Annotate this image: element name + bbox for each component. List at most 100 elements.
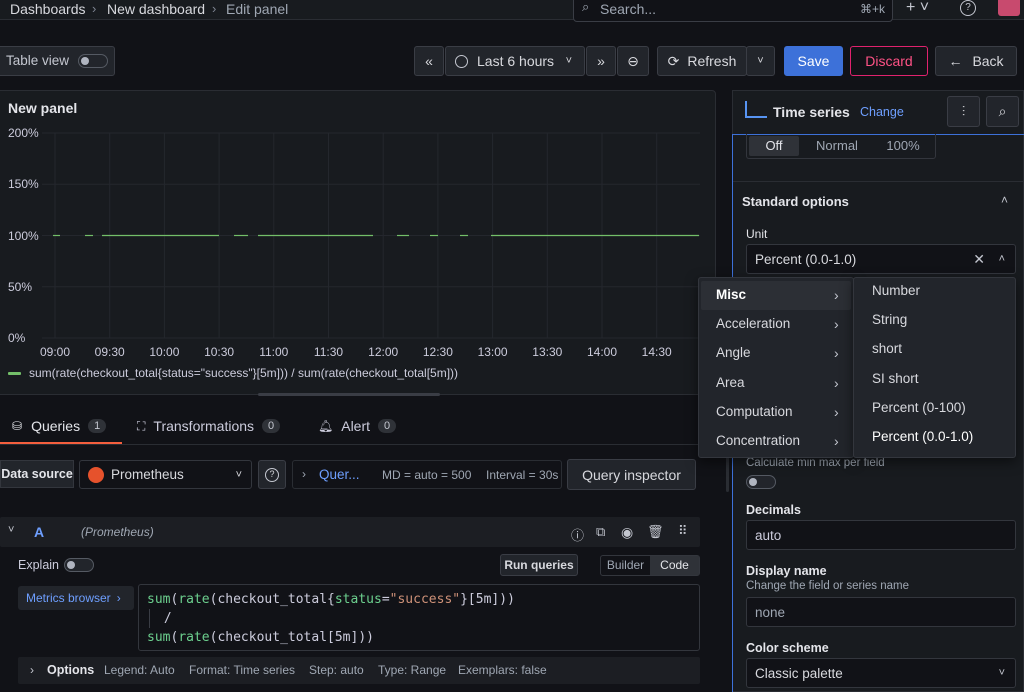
options-sliders-button[interactable]: ⫶ [947,96,980,127]
tab-queries-label: Queries [31,418,81,434]
tab-alert[interactable]: 🔔︎ Alert 0 [318,418,397,434]
chevron-up-icon[interactable]: ˄ [1001,193,1008,207]
stack-series-radio: Off Normal 100% [746,134,936,159]
datasource-label: Data source [0,460,74,488]
back-button[interactable]: ← Back [935,46,1017,76]
help-icon[interactable]: ⓘ [571,525,584,544]
display-name-input[interactable]: none [746,597,1016,627]
unit-item[interactable]: Number [872,283,920,298]
datasource-name: Prometheus [111,467,184,482]
query-options-row[interactable]: › Options Legend: Auto Format: Time seri… [18,657,700,684]
interval-info: Interval = 30s [486,468,559,482]
unit-value: Percent (0.0-1.0) [755,251,857,267]
display-name-description: Change the field or series name [746,580,910,592]
search-icon: ⌕ [998,103,1007,119]
tab-queries-count: 1 [88,419,107,433]
chevron-right-icon: › [834,433,839,449]
trash-icon[interactable]: 🗑︎ [647,524,664,540]
builder-mode-button[interactable]: Builder [601,556,650,575]
tab-queries[interactable]: ⛁ Queries 1 [12,418,107,434]
options-legend: Legend: Auto [104,663,175,677]
query-options-toggle[interactable]: Quer... [319,467,360,482]
max-data-points: MD = auto = 500 [382,468,472,482]
explain-toggle[interactable] [64,558,94,572]
refresh-interval-dropdown[interactable]: ˅ [746,46,775,76]
change-visualization-link[interactable]: Change [860,105,904,119]
help-icon[interactable]: ? [960,0,976,16]
discard-button[interactable]: Discard [850,46,928,76]
chevron-down-icon: ˅ [757,55,764,67]
color-scheme-value: Classic palette [755,665,843,681]
options-exemplars: Exemplars: false [458,663,547,677]
back-label: Back [972,53,1004,69]
duplicate-icon[interactable]: ⧉ [596,524,605,540]
clear-icon[interactable]: ✕ [973,251,985,268]
chevron-down-icon: ˅ [998,667,1005,679]
bell-icon: 🔔︎ [318,419,334,433]
time-series-icon [745,101,767,118]
chevron-right-icon: › [30,663,34,677]
explain-label: Explain [18,558,59,572]
prometheus-icon [88,466,104,483]
drag-handle-icon[interactable]: ⠿ [678,523,688,539]
arrow-left-icon: ← [948,53,963,69]
legend-item[interactable]: sum(rate(checkout_total{status="success"… [29,366,458,380]
unit-item[interactable]: String [872,312,907,327]
new-plus-icon[interactable]: + ˅ [906,0,929,17]
display-name-label: Display name [746,564,827,578]
display-name-placeholder: none [755,604,786,620]
sliders-icon: ⫶ [961,103,966,119]
decimals-value: auto [755,527,782,543]
avatar[interactable] [998,0,1020,16]
tab-alert-count: 0 [378,419,397,433]
search-shortcut: ⌘+k [860,2,886,16]
query-options-bar[interactable]: › Quer... MD = auto = 500 Interval = 30s [292,460,562,489]
decimals-input[interactable]: auto [746,520,1016,550]
query-code-editor[interactable]: sum(rate(checkout_total{status="success"… [138,584,700,651]
datasource-picker[interactable]: Prometheus ˅ [79,460,252,489]
run-queries-button[interactable]: Run queries [500,554,578,576]
unit-category-concentration[interactable]: Concentration [716,433,800,448]
decimals-label: Decimals [746,503,801,517]
minmax-hint: Calculate min max per field [746,457,885,469]
unit-category-acceleration[interactable]: Acceleration [716,316,790,331]
metrics-browser-button[interactable]: Metrics browser › [18,586,134,610]
stack-off-option[interactable]: Off [749,136,799,156]
help-icon: ? [265,467,279,482]
unit-item[interactable]: Percent (0-100) [872,400,966,415]
chevron-right-icon: › [116,591,121,605]
options-search-button[interactable]: ⌕ [986,96,1019,127]
unit-category-misc[interactable]: Misc [716,287,746,302]
chevron-right-icon: › [834,316,839,333]
query-inspector-button[interactable]: Query inspector [567,459,696,490]
unit-picker[interactable]: Percent (0.0-1.0) ✕ ˄ [746,244,1016,274]
standard-options-header[interactable]: Standard options [742,194,849,209]
minmax-toggle[interactable] [746,475,776,489]
tabs-divider [0,444,710,445]
color-scheme-label: Color scheme [746,641,829,655]
tab-transformations[interactable]: ⛶ Transformations 0 [137,418,281,434]
unit-item[interactable]: SI short [872,371,919,386]
eye-icon[interactable]: ◉ [621,524,633,541]
query-ref-id[interactable]: A [34,524,44,540]
options-type: Type: Range [378,663,447,677]
visualization-name[interactable]: Time series [773,104,850,120]
editor-mode-switch: Builder Code [600,555,700,576]
color-scheme-picker[interactable]: Classic palette ˅ [746,658,1016,688]
unit-category-area[interactable]: Area [716,375,745,390]
save-button[interactable]: Save [784,46,843,76]
code-mode-button[interactable]: Code [650,556,699,575]
chevron-right-icon: › [834,374,839,391]
datasource-help-button[interactable]: ? [258,460,286,489]
options-label: Options [47,663,95,677]
chevron-right-icon: › [302,467,306,481]
unit-item[interactable]: Percent (0.0-1.0) [872,429,973,444]
unit-category-computation[interactable]: Computation [716,404,793,419]
panel-resize-handle[interactable] [258,393,440,396]
stack-percent-option[interactable]: 100% [873,134,933,158]
stack-normal-option[interactable]: Normal [801,134,873,158]
unit-item[interactable]: short [872,341,902,356]
unit-category-angle[interactable]: Angle [716,345,751,360]
chevron-down-icon[interactable]: ˅ [8,524,14,536]
unit-category-menu [698,277,854,458]
